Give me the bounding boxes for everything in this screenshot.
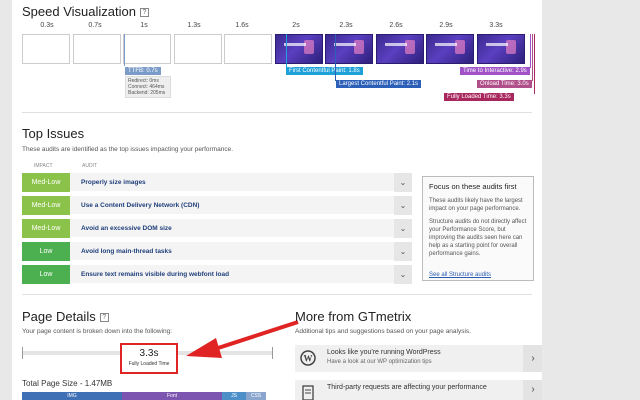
timeline-tick: 1.6s [235, 22, 249, 29]
audit-name[interactable]: Avoid an excessive DOM size [81, 219, 172, 238]
issue-row[interactable]: Med-Low Properly size images ⌄ [22, 173, 412, 192]
third-party-tip-title: Third-party requests are affecting your … [327, 384, 487, 391]
top-issues-title: Top Issues [22, 126, 85, 141]
issue-row[interactable]: Med-Low Use a Content Delivery Network (C… [22, 196, 412, 215]
total-page-size: Total Page Size - 1.47MB [22, 379, 113, 388]
timeline-tick: 2.6s [389, 22, 403, 29]
wordpress-tip-sub: Have a look at our WP optimization tips [327, 359, 432, 365]
focus-text-2: Structure audits do not directly affect … [429, 219, 527, 257]
chevron-down-icon[interactable]: ⌄ [394, 265, 412, 284]
impact-badge: Med-Low [22, 196, 70, 215]
wordpress-tip-title: Looks like you're running WordPress [327, 349, 441, 356]
ttfb-line [124, 34, 125, 66]
timeline-tick: 1s [140, 22, 148, 29]
lcp-line [335, 34, 336, 81]
svg-text:W: W [304, 354, 313, 364]
fcp-line [286, 34, 287, 68]
page-details-subtitle: Your page content is broken down into th… [22, 328, 173, 335]
filmstrip-blank-frame[interactable] [224, 34, 272, 64]
issue-row[interactable]: Med-Low Avoid an excessive DOM size ⌄ [22, 219, 412, 238]
wordpress-tip[interactable]: W Looks like you're running WordPress Ha… [295, 345, 542, 372]
filmstrip-blank-frame[interactable] [72, 34, 121, 64]
chevron-down-icon[interactable]: ⌄ [394, 173, 412, 192]
fully-loaded-label: Fully Loaded Time [128, 361, 170, 367]
third-party-tip[interactable]: Third-party requests are affecting your … [295, 380, 542, 400]
size-bar-font: Font [122, 392, 222, 400]
filmstrip-blank-frame[interactable] [123, 34, 171, 64]
filmstrip-screenshot[interactable] [426, 34, 474, 64]
timeline-tick: 2.9s [439, 22, 453, 29]
onload-tag: Onload Time: 3.0s [477, 80, 532, 88]
page-details-title: Page Details? [22, 309, 109, 324]
ttfb-breakdown: Redirect: 0ms Connect: 464ms Backend: 20… [125, 76, 171, 98]
audit-name[interactable]: Ensure text remains visible during webfo… [81, 265, 229, 284]
divider [22, 112, 532, 113]
filmstrip-blank-frame[interactable] [173, 34, 222, 64]
impact-badge: Low [22, 265, 70, 284]
document-icon [302, 385, 314, 400]
fcp-tag: First Contentful Paint: 1.8s [286, 67, 363, 75]
focus-title: Focus on these audits first [429, 182, 517, 191]
impact-header: IMPACT [34, 163, 53, 169]
chevron-down-icon[interactable]: ⌄ [394, 242, 412, 261]
fully-loaded-box: 3.3s Fully Loaded Time [120, 343, 178, 374]
filmstrip-screenshot[interactable] [476, 34, 525, 64]
timeline-tick: 2.3s [339, 22, 353, 29]
see-all-structure-audits-link[interactable]: See all Structure audits [429, 272, 491, 278]
ttfb-tag: TTFB: 0.7s [125, 67, 161, 75]
track-start [22, 347, 23, 359]
fully-loaded-value: 3.3s [139, 348, 159, 359]
focus-text-1: These audits likely have the largest imp… [429, 198, 523, 212]
size-bar-css: CSS [246, 392, 266, 400]
help-icon[interactable]: ? [139, 8, 149, 17]
audit-name[interactable]: Properly size images [81, 173, 146, 192]
top-issues-subtitle: These audits are identified as the top i… [22, 146, 234, 153]
chevron-right-icon[interactable]: › [523, 345, 542, 372]
issue-row[interactable]: Low Ensure text remains visible during we… [22, 265, 412, 284]
impact-badge: Med-Low [22, 173, 70, 192]
timeline-tick: 0.3s [40, 22, 54, 29]
audit-header: AUDIT [82, 163, 97, 169]
timeline-tick: 1.3s [187, 22, 201, 29]
onload-line [532, 34, 533, 81]
ttfb-backend: Backend: 205ms [128, 90, 166, 96]
red-arrow-annotation [186, 320, 299, 358]
tti-tag: Time to Interactive: 2.9s [460, 67, 530, 75]
impact-badge: Med-Low [22, 219, 70, 238]
speed-title-text: Speed Visualization [22, 4, 136, 19]
chevron-down-icon[interactable]: ⌄ [394, 196, 412, 215]
timeline-tick: 2s [292, 22, 300, 29]
focus-box: Focus on these audits first These audits… [422, 176, 534, 281]
issue-row[interactable]: Low Avoid long main-thread tasks ⌄ [22, 242, 412, 261]
speed-visualization-title: Speed Visualization? [22, 4, 149, 19]
audit-name[interactable]: Use a Content Delivery Network (CDN) [81, 196, 199, 215]
more-subtitle: Additional tips and suggestions based on… [295, 328, 471, 335]
tti-line [530, 34, 531, 68]
filmstrip-screenshot[interactable] [325, 34, 373, 64]
lcp-tag: Largest Contentful Paint: 2.1s [336, 80, 422, 88]
filmstrip-screenshot[interactable] [375, 34, 424, 64]
size-bar-img: IMG [22, 392, 122, 400]
fully-loaded-line [534, 34, 535, 94]
timeline-tick: 3.3s [489, 22, 503, 29]
chevron-down-icon[interactable]: ⌄ [394, 219, 412, 238]
filmstrip-blank-frame[interactable] [22, 34, 70, 64]
chevron-right-icon[interactable]: › [523, 380, 542, 400]
divider [22, 294, 532, 295]
size-bar-js: JS [222, 392, 246, 400]
page-details-title-text: Page Details [22, 309, 96, 324]
fully-loaded-tag: Fully Loaded Time: 3.3s [444, 93, 514, 101]
more-title: More from GTmetrix [295, 309, 412, 324]
wordpress-icon: W [300, 350, 316, 366]
impact-badge: Low [22, 242, 70, 261]
report-panel: Speed Visualization? 0.3s 0.7s 1s 1.3s 1.6s 2… [12, 0, 542, 400]
filmstrip-screenshot[interactable] [274, 34, 323, 64]
timeline-tick: 0.7s [88, 22, 102, 29]
audit-name[interactable]: Avoid long main-thread tasks [81, 242, 172, 261]
help-icon[interactable]: ? [99, 313, 109, 322]
